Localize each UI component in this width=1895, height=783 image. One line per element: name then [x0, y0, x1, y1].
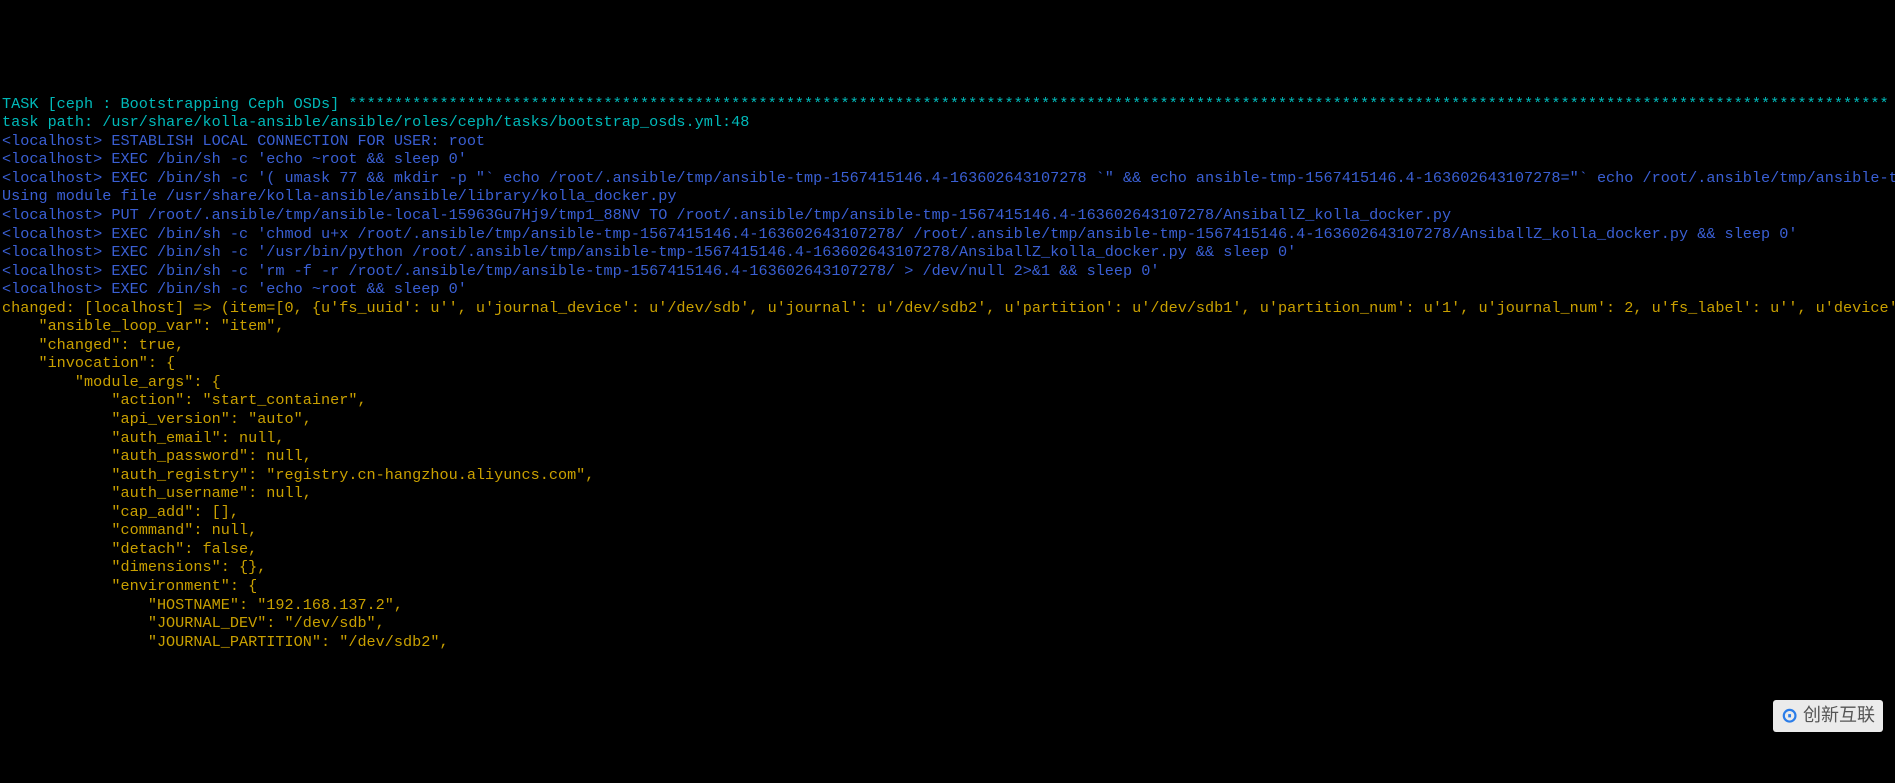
task-header-line: TASK [ceph : Bootstrapping Ceph OSDs] **…	[2, 95, 1889, 113]
terminal-output[interactable]: TASK [ceph : Bootstrapping Ceph OSDs] **…	[0, 93, 1895, 653]
result-line: "detach": false,	[2, 540, 257, 558]
log-line: <localhost> EXEC /bin/sh -c 'rm -f -r /r…	[2, 262, 1159, 280]
result-line: "ansible_loop_var": "item",	[2, 317, 285, 335]
result-line: "environment": {	[2, 577, 257, 595]
result-line: "dimensions": {},	[2, 558, 266, 576]
result-line: "command": null,	[2, 521, 257, 539]
result-line: "JOURNAL_DEV": "/dev/sdb",	[2, 614, 385, 632]
log-line: Using module file /usr/share/kolla-ansib…	[2, 187, 676, 205]
result-line: "changed": true,	[2, 336, 184, 354]
task-path-line: task path: /usr/share/kolla-ansible/ansi…	[2, 113, 749, 131]
result-line: "auth_username": null,	[2, 484, 312, 502]
result-line: "invocation": {	[2, 354, 175, 372]
log-line: <localhost> EXEC /bin/sh -c '( umask 77 …	[2, 169, 1895, 187]
result-line: "auth_registry": "registry.cn-hangzhou.a…	[2, 466, 594, 484]
result-line: "JOURNAL_PARTITION": "/dev/sdb2",	[2, 633, 449, 651]
task-header-prefix: TASK [ceph : Bootstrapping Ceph OSDs]	[2, 95, 348, 113]
result-line: "auth_email": null,	[2, 429, 285, 447]
log-line: <localhost> ESTABLISH LOCAL CONNECTION F…	[2, 132, 485, 150]
result-line: "cap_add": [],	[2, 503, 239, 521]
watermark-badge: ⊙ 创新互联	[1773, 700, 1883, 732]
watermark-text: 创新互联	[1803, 705, 1875, 727]
log-line: <localhost> PUT /root/.ansible/tmp/ansib…	[2, 206, 1451, 224]
result-line: "module_args": {	[2, 373, 221, 391]
log-line: <localhost> EXEC /bin/sh -c '/usr/bin/py…	[2, 243, 1296, 261]
result-line: "HOSTNAME": "192.168.137.2",	[2, 596, 403, 614]
log-line: <localhost> EXEC /bin/sh -c 'echo ~root …	[2, 280, 467, 298]
task-header-stars: ****************************************…	[348, 95, 1888, 113]
log-line: <localhost> EXEC /bin/sh -c 'echo ~root …	[2, 150, 467, 168]
result-line: "auth_password": null,	[2, 447, 312, 465]
watermark-logo-icon: ⊙	[1781, 704, 1798, 728]
result-line: "action": "start_container",	[2, 391, 367, 409]
result-line: "api_version": "auto",	[2, 410, 312, 428]
log-line: <localhost> EXEC /bin/sh -c 'chmod u+x /…	[2, 225, 1797, 243]
changed-header: changed: [localhost] => (item=[0, {u'fs_…	[2, 299, 1895, 317]
